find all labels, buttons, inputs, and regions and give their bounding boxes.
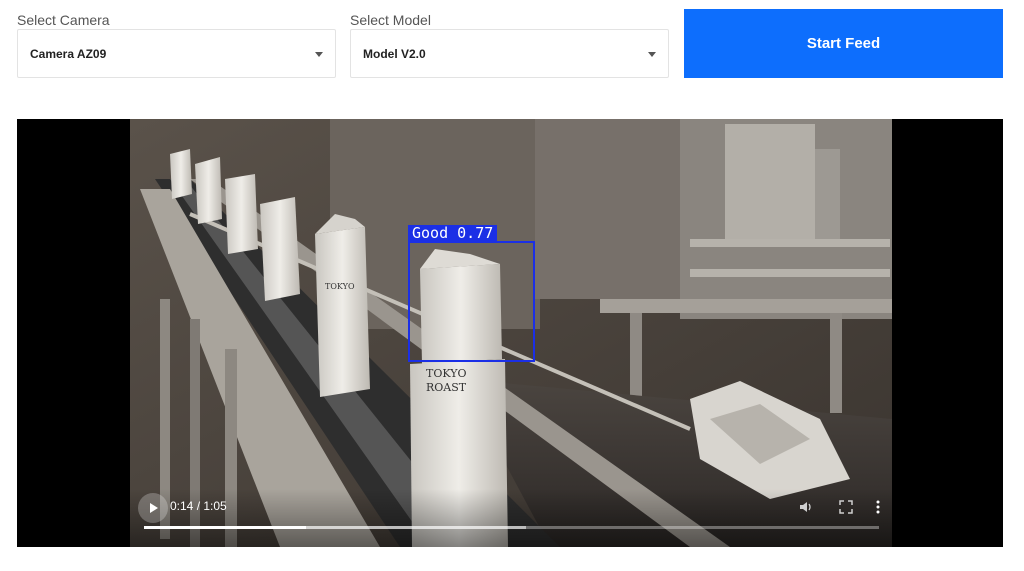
playback-time: 0:14 / 1:05 xyxy=(170,499,227,513)
start-feed-button[interactable]: Start Feed xyxy=(684,9,1003,78)
player-controls: 0:14 / 1:05 xyxy=(130,489,892,547)
detection-label: Good 0.77 xyxy=(408,225,498,242)
bag-text-small: TOKYO xyxy=(325,282,355,291)
chevron-down-icon xyxy=(315,51,323,57)
volume-icon[interactable] xyxy=(798,499,814,515)
camera-select-value: Camera AZ09 xyxy=(30,46,107,61)
model-select-label: Select Model xyxy=(350,12,431,28)
video-player[interactable]: TOKYO TOKYO ROAST Good 0.77 0:14 / 1:05 xyxy=(17,119,1003,547)
bag-label-line1: TOKYO xyxy=(426,367,467,380)
more-options-icon[interactable] xyxy=(870,499,886,515)
chevron-down-icon xyxy=(648,51,656,57)
model-select-value: Model V2.0 xyxy=(363,46,426,61)
bag-label-line2: ROAST xyxy=(426,381,467,394)
progress-bar[interactable] xyxy=(144,526,879,529)
camera-select[interactable]: Camera AZ09 xyxy=(17,29,336,78)
progress-played xyxy=(144,526,306,529)
model-select[interactable]: Model V2.0 xyxy=(350,29,669,78)
camera-select-label: Select Camera xyxy=(17,12,110,28)
detection-box xyxy=(408,241,535,362)
play-icon[interactable] xyxy=(138,493,168,523)
fullscreen-icon[interactable] xyxy=(838,499,854,515)
